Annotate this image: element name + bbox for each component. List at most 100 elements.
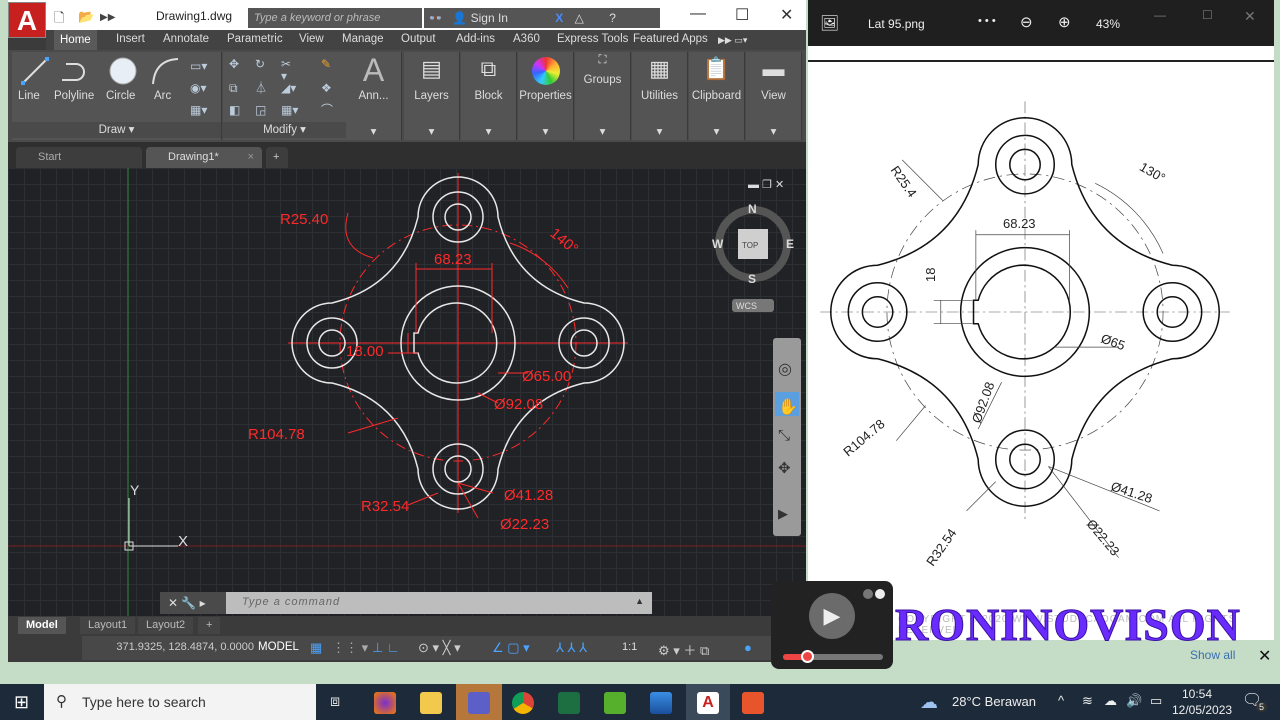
sign-in-button[interactable]: Sign In [471,11,508,25]
chrome-icon[interactable] [512,692,534,714]
close-tab-icon[interactable]: × [248,147,254,168]
polyline-tool[interactable]: Polyline [54,90,94,102]
snap-icon[interactable]: ⋮⋮ ▾ [332,640,368,656]
open-file-icon[interactable]: 📂 [78,9,94,25]
tab-view[interactable]: View [299,33,324,45]
tray-chevron-icon[interactable]: ^ [1058,693,1064,708]
minimize-button[interactable]: — [1154,8,1166,22]
exchange-icon[interactable]: X [511,11,563,25]
binoculars-icon[interactable]: 👓 [424,11,443,25]
close-downloads-bar-icon[interactable]: ✕ [1258,646,1271,666]
draw-panel-title[interactable]: Draw ▾ [12,122,221,138]
autocad-taskbar-button[interactable]: A [686,684,730,720]
autocad-app-menu-button[interactable]: A [8,2,46,38]
battery-icon[interactable]: ▭ [1150,693,1162,709]
utilities-panel[interactable]: ▦ Utilities ▾ [632,52,688,140]
progress-track[interactable] [783,654,883,660]
clipboard-panel[interactable]: 📋 Clipboard ▾ [689,52,745,140]
mirror-icon[interactable]: ⏃ [255,82,269,94]
tab-layout1[interactable]: Layout1 [80,617,136,634]
rectangle-icon[interactable]: ▭▾ [190,60,207,72]
firefox-icon[interactable] [374,692,396,714]
photos-icon[interactable] [650,692,672,714]
layers-panel[interactable]: ▤ Layers ▾ [404,52,460,140]
command-input[interactable]: Type a command [242,596,340,608]
osnap-icon[interactable]: ∠ ▢ ▾ [492,640,530,656]
tab-featured-apps[interactable]: Featured Apps [633,33,708,45]
command-history-icon[interactable]: ▲ [635,596,644,606]
tab-model[interactable]: Model [18,617,66,634]
tab-home[interactable]: Home [54,30,97,50]
grid-icon[interactable]: ▦ [310,640,322,656]
annotation-scale[interactable]: 1:1 [622,641,637,653]
more-options-button[interactable]: • • • [978,15,996,27]
gear-icon[interactable]: ⚙ ▾ ＋ ⧉ [658,640,709,659]
weather-text[interactable]: 28°C Berawan [952,694,1036,709]
tab-annotate[interactable]: Annotate [163,33,209,45]
arc-tool[interactable]: Arc [154,90,171,102]
model-space-button[interactable]: MODEL [258,641,299,653]
add-layout-button[interactable]: + [198,617,221,634]
isolate-icon[interactable]: ● [744,640,752,655]
tab-parametric[interactable]: Parametric [227,33,283,45]
groups-panel[interactable]: ⛶ Groups ▾ [575,52,631,140]
onedrive-icon[interactable]: ☁ [1104,693,1117,709]
scale-icon[interactable]: ◲ [255,104,269,116]
teams-taskbar-button[interactable] [456,684,502,720]
tab-insert[interactable]: Insert [116,33,145,45]
erase-icon[interactable]: ✎ [321,58,335,70]
command-line-buttons[interactable]: ✕ 🔧 ▸ [160,592,226,614]
excel-icon[interactable] [558,692,580,714]
drawing-canvas[interactable]: R25.40 140° 68.23 18.00 Ø65.00 Ø92.08 R1… [8,168,806,616]
maximize-button[interactable]: ☐ [1202,8,1213,22]
search-input[interactable]: Type a keyword or phrase [248,8,422,28]
file-explorer-icon[interactable] [420,692,442,714]
copy-icon[interactable]: ⧉ [229,82,243,94]
close-button[interactable]: ✕ [780,5,793,25]
new-tab-button[interactable]: + [266,147,288,168]
annotation-icon[interactable]: ⅄ ⅄ ⅄ [556,640,587,656]
rotate-icon[interactable]: ↻ [255,58,269,70]
windows-start-icon[interactable]: ⊞ [14,692,29,713]
close-button[interactable]: ✕ [1244,8,1256,25]
camtasia-icon[interactable] [604,692,626,714]
line-tool[interactable]: Line [18,90,40,102]
tab-express-tools[interactable]: Express Tools [557,33,628,45]
tab-output[interactable]: Output [401,33,436,45]
stretch-icon[interactable]: ◧ [229,104,243,116]
properties-panel[interactable]: Properties ▾ [518,52,574,140]
tab-manage[interactable]: Manage [342,33,384,45]
show-all-button[interactable]: Show all [1190,648,1235,662]
zoom-in-icon[interactable]: ⊕ [1058,13,1071,31]
block-panel[interactable]: ⧉ Block ▾ [461,52,517,140]
move-icon[interactable]: ✥ [229,58,243,70]
trim-icon[interactable]: ✂▾ [281,58,295,82]
tab-layout2[interactable]: Layout2 [138,617,194,634]
polar-icon[interactable]: ⊙ ▾ ╳ ▾ [418,640,461,656]
tab-add-ins[interactable]: Add-ins [456,33,495,45]
clock-time[interactable]: 10:54 [1182,687,1212,701]
zoom-out-icon[interactable]: ⊖ [1020,13,1033,31]
fillet-icon[interactable]: ◢▾ [281,82,296,94]
ortho-icon[interactable]: ⊥ ∟ [372,640,400,656]
autodesk-icon[interactable]: △ [567,11,584,25]
more-tabs-icon[interactable]: ▶▶ ▭▾ [718,35,747,46]
tab-a360[interactable]: A360 [513,33,540,45]
circle-tool[interactable]: Circle [106,90,135,102]
progress-handle[interactable] [801,650,814,663]
help-icon[interactable]: ? [587,11,616,25]
clock-date[interactable]: 12/05/2023 [1172,703,1232,717]
command-line[interactable]: ✕ 🔧 ▸ Type a command ▲ [160,592,652,614]
maximize-button[interactable]: ☐ [735,5,749,25]
play-button[interactable]: ▶ [809,593,855,639]
array-icon[interactable]: ▦▾ [281,104,298,116]
new-file-icon[interactable]: 🗋 [54,9,64,31]
network-icon[interactable]: ≋ [1082,693,1093,709]
modify-panel-title[interactable]: Modify ▾ [223,122,346,138]
minimize-button[interactable]: — [690,5,706,23]
gallery-icon[interactable]: 🖼 [820,14,839,32]
explode-icon[interactable]: ❖ [321,82,335,94]
boundary-icon[interactable]: ▦▾ [190,104,207,116]
more-icon[interactable]: ▶▶ [100,12,115,23]
tab-start[interactable]: Start [16,147,142,168]
